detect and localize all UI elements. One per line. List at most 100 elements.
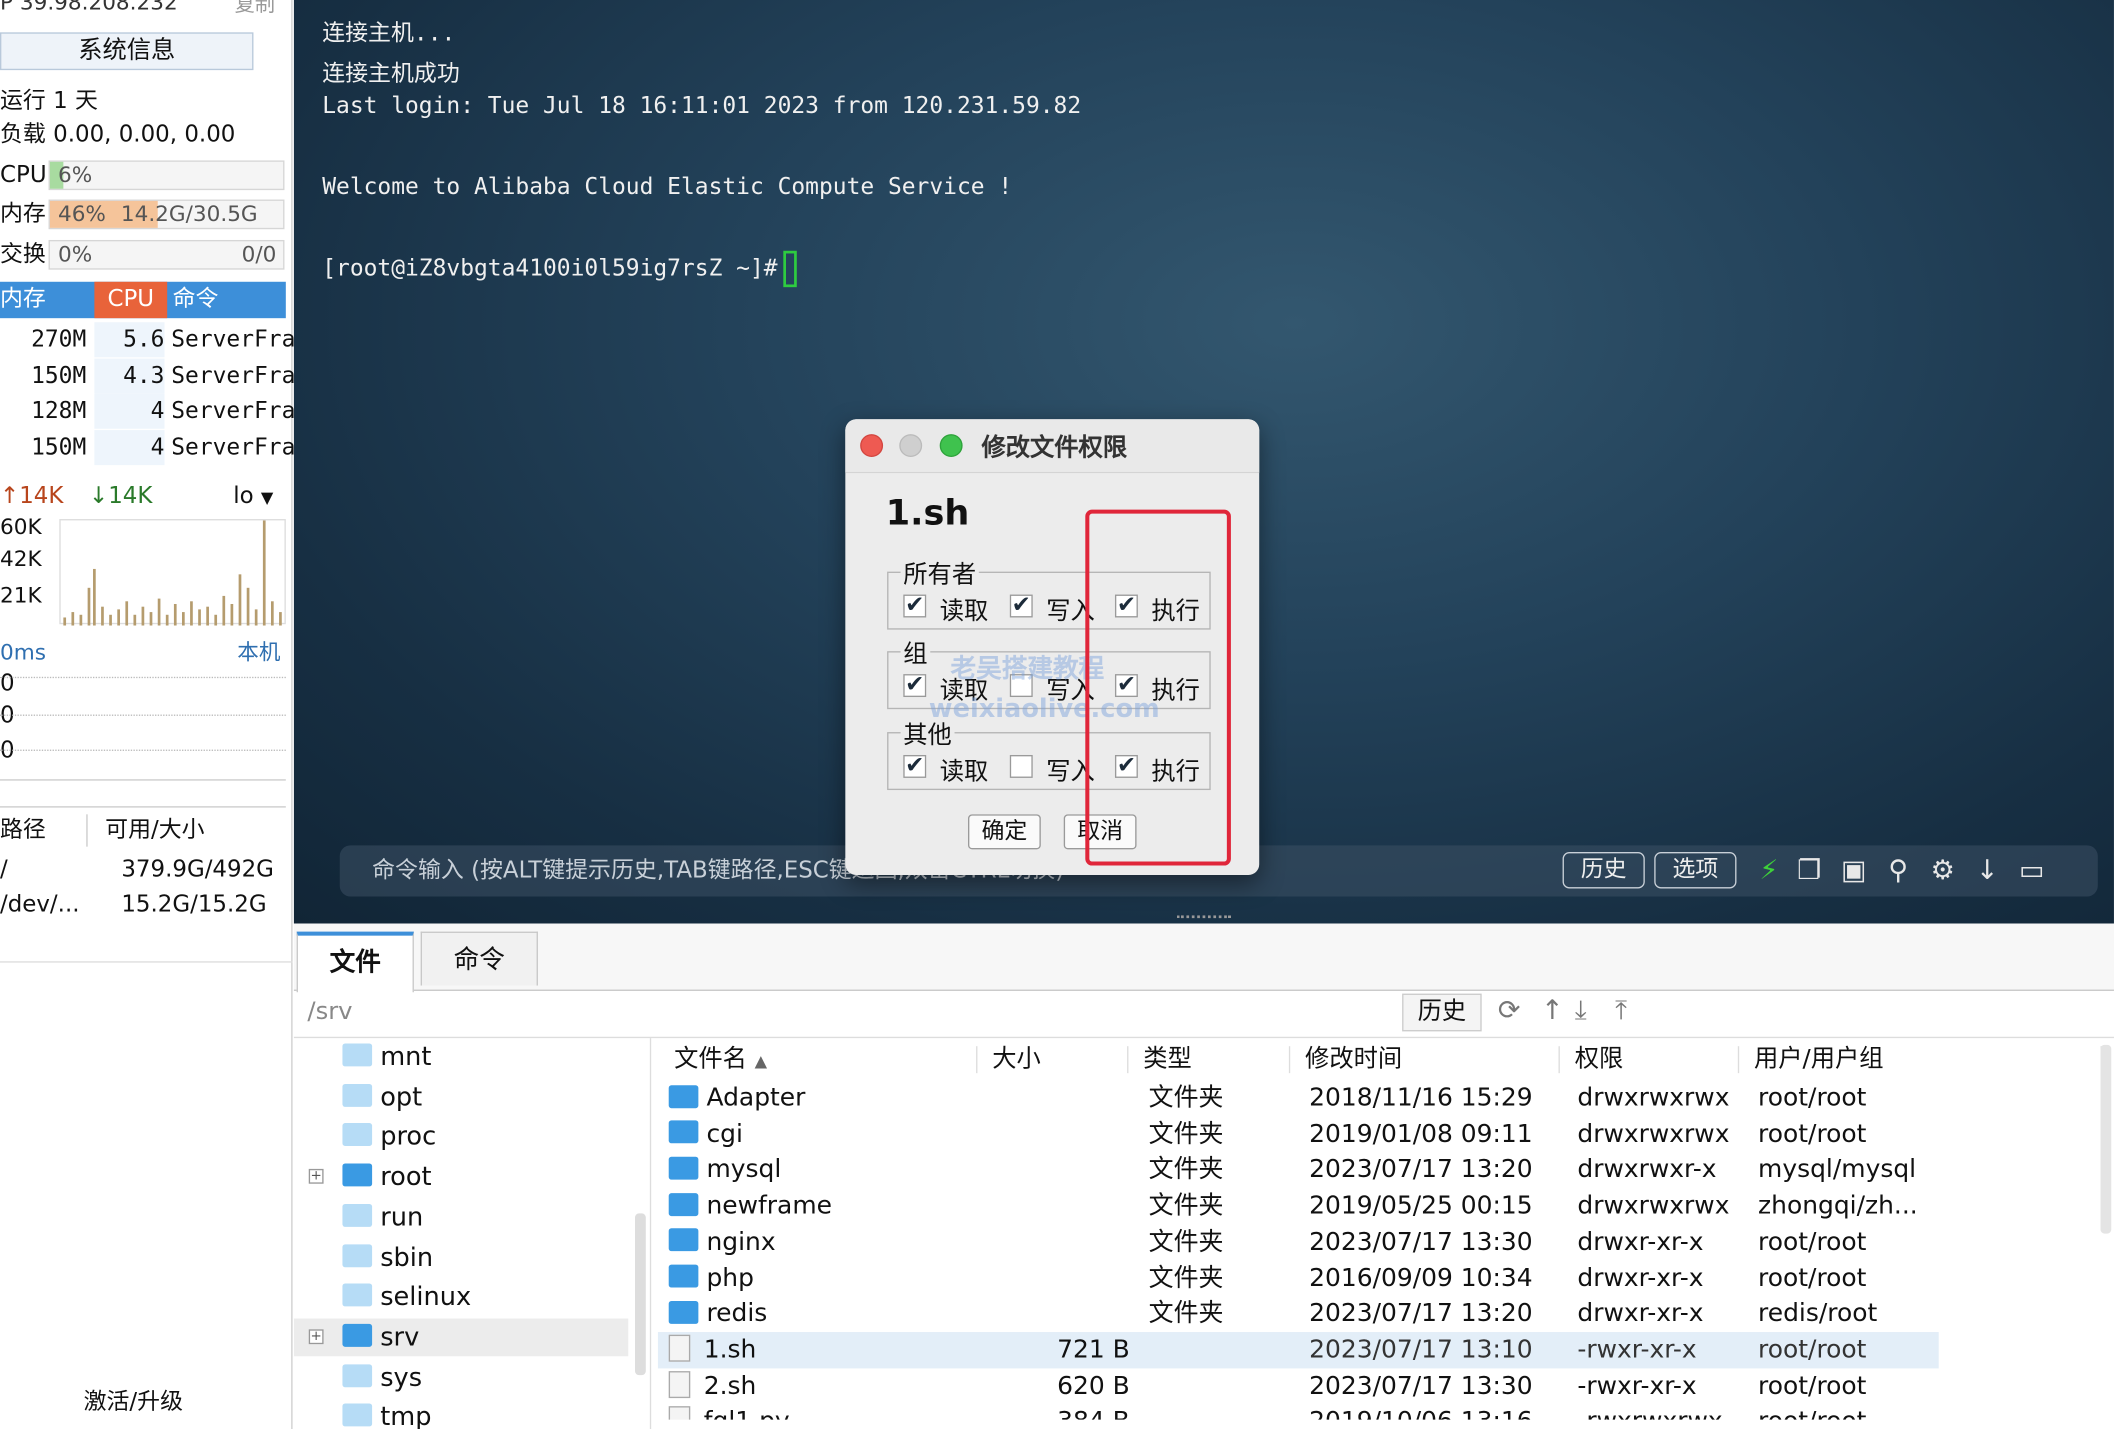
up-icon[interactable]: ↑ <box>1541 994 1564 1026</box>
file-owner: root/root <box>1758 1263 1867 1293</box>
arrow-up-icon: ↑ <box>0 482 20 510</box>
file-perm: drwxrwxr-x <box>1577 1155 1717 1185</box>
tree-item-selinux[interactable]: selinux <box>342 1278 471 1316</box>
path-history-button[interactable]: 历史 <box>1402 993 1482 1032</box>
owner-write-checkbox[interactable]: ✔ <box>1009 594 1033 618</box>
file-icon <box>668 1406 691 1421</box>
col-mtime[interactable]: 修改时间 <box>1305 1041 1402 1079</box>
tree-item-proc[interactable]: proc <box>342 1118 436 1156</box>
net-iface-select[interactable]: lo ▼ <box>233 480 273 512</box>
file-row[interactable]: cgi 文件夹 2019/01/08 09:11 drwxrwxrwx root/roo… <box>658 1116 1939 1152</box>
disk-size: 379.9G/492G <box>121 856 274 884</box>
splitter-handle[interactable] <box>1176 915 1231 919</box>
col-type[interactable]: 类型 <box>1143 1041 1192 1079</box>
file-row[interactable]: mysql 文件夹 2023/07/17 13:20 drwxrwxr-x mysql/… <box>658 1152 1939 1188</box>
expand-icon[interactable]: + <box>308 1329 324 1345</box>
file-row[interactable]: fql1.py 384 B 2019/10/06 13:16 -rwxrwxrwx ro… <box>658 1404 1939 1421</box>
paste-icon[interactable]: ▣ <box>1838 852 1870 888</box>
minimize-icon[interactable] <box>899 434 923 458</box>
lightning-icon[interactable]: ⚡ <box>1753 852 1785 888</box>
file-name: 1.sh <box>668 1332 756 1368</box>
other-read-checkbox[interactable]: ✔ <box>903 754 927 778</box>
activate-upgrade-link[interactable]: 激活/升级 <box>84 1386 183 1418</box>
tree-scrollbar[interactable] <box>635 1213 646 1376</box>
folder-icon <box>668 1192 699 1216</box>
file-row[interactable]: redis 文件夹 2023/07/17 13:20 drwxr-xr-x redis/… <box>658 1296 1939 1332</box>
copy-icon[interactable]: ❐ <box>1793 852 1825 888</box>
tree-item-mnt[interactable]: mnt <box>342 1038 431 1076</box>
process-row[interactable]: 128M 4 ServerFra. <box>0 393 309 429</box>
search-icon[interactable]: ⚲ <box>1882 852 1914 888</box>
tree-item-tmp[interactable]: tmp <box>342 1398 431 1429</box>
folder-icon <box>668 1228 699 1252</box>
tree-item-root[interactable]: root <box>342 1158 432 1196</box>
folder-icon <box>342 1043 373 1067</box>
col-size[interactable]: 大小 <box>992 1041 1041 1079</box>
tree-item-label: root <box>380 1162 432 1192</box>
disk-path: / <box>0 856 8 884</box>
list-scrollbar[interactable] <box>2100 1044 2112 1234</box>
folder-icon <box>342 1363 373 1387</box>
net-down: ↓14K <box>89 480 152 512</box>
tree-item-label: run <box>380 1202 424 1232</box>
network-sparkline <box>63 520 282 626</box>
tree-item-label: proc <box>380 1122 437 1152</box>
tree-item-run[interactable]: run <box>342 1198 423 1236</box>
file-name: cgi <box>668 1116 743 1152</box>
proc-mem: 128M <box>31 397 87 425</box>
refresh-icon[interactable]: ⟳ <box>1498 994 1521 1026</box>
owner-read-checkbox[interactable]: ✔ <box>903 594 927 618</box>
file-row[interactable]: nginx 文件夹 2023/07/17 13:30 drwxr-xr-x root/r… <box>658 1224 1939 1260</box>
arrow-down-icon[interactable]: ↓ <box>1971 852 2003 888</box>
divider <box>0 961 293 963</box>
file-owner: mysql/mysql <box>1758 1155 1917 1185</box>
tab-commands[interactable]: 命令 <box>420 931 538 986</box>
file-row[interactable]: newframe 文件夹 2019/05/25 00:15 drwxrwxrwx zho… <box>658 1188 1939 1224</box>
tab-files[interactable]: 文件 <box>296 931 414 993</box>
proc-col-cmd[interactable]: 命令 <box>173 282 286 318</box>
file-row[interactable]: 1.sh 721 B 2023/07/17 13:10 -rwxr-xr-x root/… <box>657 1331 1939 1369</box>
col-name[interactable]: 文件名 ▲ <box>674 1041 767 1079</box>
col-perm[interactable]: 权限 <box>1575 1041 1624 1079</box>
disk-col-path: 路径 <box>0 817 46 844</box>
other-write-checkbox[interactable] <box>1009 754 1033 778</box>
proc-col-mem[interactable]: 内存 <box>0 282 94 318</box>
file-perm: drwxrwxrwx <box>1577 1191 1730 1221</box>
tree-item-label: tmp <box>380 1402 432 1429</box>
options-button[interactable]: 选项 <box>1654 852 1737 889</box>
tree-item-sbin[interactable]: sbin <box>342 1238 433 1276</box>
upload-icon[interactable]: ⤒ <box>1615 994 1627 1026</box>
system-info-button[interactable]: 系统信息 <box>0 32 254 71</box>
expand-icon[interactable]: + <box>308 1169 324 1184</box>
mem-label: 内存 <box>0 200 46 228</box>
file-row[interactable]: Adapter 文件夹 2018/11/16 15:29 drwxrwxrwx root… <box>658 1080 1939 1116</box>
ok-button[interactable]: 确定 <box>968 814 1041 850</box>
net-down-value: 14K <box>108 482 153 510</box>
col-owner[interactable]: 用户/用户组 <box>1754 1041 1884 1079</box>
process-row[interactable]: 150M 4 ServerFra. <box>0 430 309 466</box>
net-iface-value: lo <box>233 482 254 510</box>
net-up-value: 14K <box>19 482 64 510</box>
process-row[interactable]: 270M 5.6 ServerFra. <box>0 322 309 358</box>
gear-icon[interactable]: ⚙ <box>1927 852 1959 888</box>
process-row[interactable]: 150M 4.3 ServerFra. <box>0 358 309 394</box>
history-button[interactable]: 历史 <box>1562 852 1645 889</box>
copy-ip-link[interactable]: 复制 <box>235 0 275 18</box>
file-row[interactable]: 2.sh 620 B 2023/07/17 13:30 -rwxr-xr-x root/… <box>658 1368 1939 1404</box>
col-name-label: 文件名 <box>674 1044 747 1074</box>
file-row[interactable]: php 文件夹 2016/09/09 10:34 drwxr-xr-x root/roo… <box>658 1260 1939 1296</box>
close-icon[interactable] <box>860 434 884 458</box>
tree-item-srv[interactable]: srv <box>293 1318 629 1357</box>
proc-col-cpu[interactable]: CPU <box>94 281 168 319</box>
terminal-line: 连接主机... <box>322 20 456 48</box>
download-icon[interactable]: ⤓ <box>1575 994 1587 1026</box>
path-input[interactable]: /srv <box>307 998 352 1026</box>
window-icon[interactable]: ▭ <box>2016 852 2048 888</box>
tree-item-sys[interactable]: sys <box>342 1358 422 1396</box>
tree-item-opt[interactable]: opt <box>342 1078 422 1116</box>
file-mtime: 2019/10/06 13:16 <box>1309 1404 1533 1420</box>
maximize-icon[interactable] <box>939 434 963 458</box>
ping-host[interactable]: 本机 <box>237 636 280 668</box>
file-name-text: 2.sh <box>703 1371 757 1401</box>
group-read-checkbox[interactable]: ✔ <box>903 673 927 698</box>
